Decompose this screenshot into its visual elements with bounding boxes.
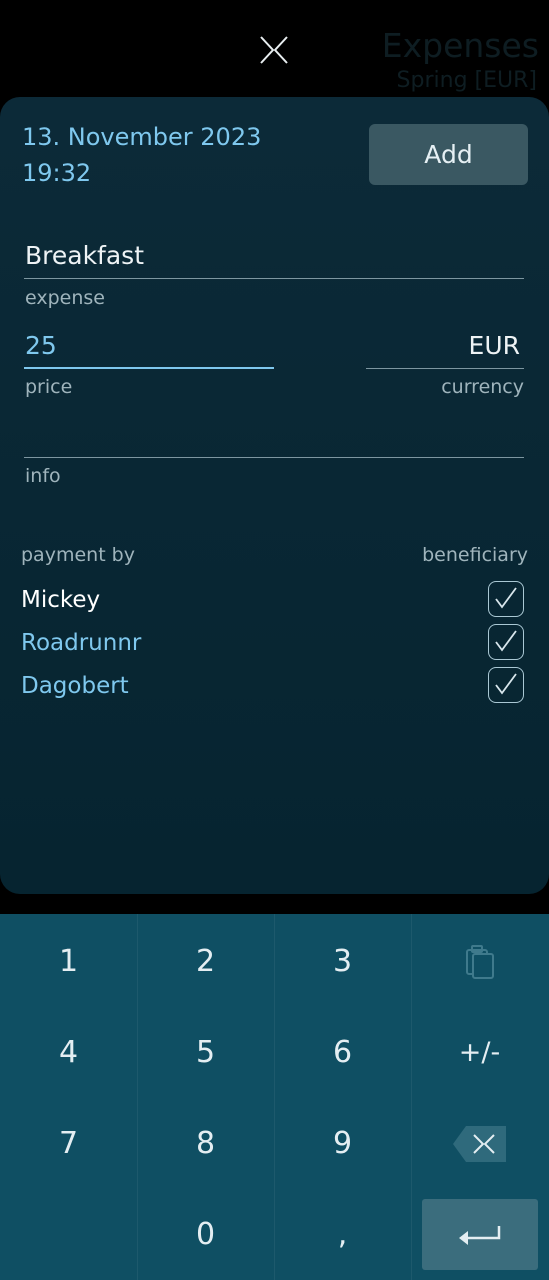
price-underline — [24, 367, 274, 369]
key-9[interactable]: 9 — [274, 1098, 411, 1189]
page-title: Expenses — [381, 26, 539, 65]
currency-input[interactable]: EUR — [469, 331, 520, 360]
price-input[interactable]: 25 — [25, 331, 57, 360]
checkmark-icon — [495, 673, 517, 695]
info-underline — [24, 457, 524, 458]
key-8[interactable]: 8 — [137, 1098, 274, 1189]
beneficiary-checkbox-dagobert[interactable] — [488, 667, 524, 703]
beneficiary-label: beneficiary — [422, 544, 528, 566]
expense-underline — [24, 278, 524, 279]
screen: Expenses Spring [EUR] 13. November 2023 … — [0, 0, 549, 1280]
expense-dialog: 13. November 2023 19:32 Add Breakfast ex… — [0, 97, 549, 894]
beneficiary-checkbox-mickey[interactable] — [488, 581, 524, 617]
key-comma[interactable]: , — [274, 1189, 411, 1280]
key-plus-minus[interactable]: +/- — [411, 1007, 548, 1098]
payer-roadrunnr[interactable]: Roadrunnr — [21, 630, 141, 656]
key-3[interactable]: 3 — [274, 916, 411, 1007]
beneficiary-checkbox-roadrunnr[interactable] — [488, 624, 524, 660]
expense-input[interactable]: Breakfast — [25, 241, 144, 270]
key-5[interactable]: 5 — [137, 1007, 274, 1098]
key-7[interactable]: 7 — [0, 1098, 137, 1189]
checkmark-icon — [495, 630, 517, 652]
expense-label: expense — [25, 287, 105, 309]
numeric-keypad: 1 2 3 4 5 6 +/- 7 8 9 0 , — [0, 914, 549, 1280]
paste-icon[interactable] — [411, 916, 548, 1007]
price-label: price — [25, 376, 73, 398]
time-picker[interactable]: 19:32 — [22, 159, 91, 187]
key-6[interactable]: 6 — [274, 1007, 411, 1098]
enter-icon[interactable] — [422, 1199, 538, 1270]
close-icon[interactable] — [258, 34, 290, 66]
payer-mickey[interactable]: Mickey — [21, 587, 100, 613]
key-1[interactable]: 1 — [0, 916, 137, 1007]
payer-dagobert[interactable]: Dagobert — [21, 673, 129, 699]
key-2[interactable]: 2 — [137, 916, 274, 1007]
backspace-icon[interactable] — [411, 1098, 548, 1189]
key-0[interactable]: 0 — [137, 1189, 274, 1280]
info-label: info — [25, 465, 61, 487]
date-picker[interactable]: 13. November 2023 — [22, 123, 261, 151]
payment-by-label: payment by — [21, 544, 135, 566]
checkmark-icon — [495, 587, 517, 609]
currency-underline — [366, 368, 524, 369]
key-4[interactable]: 4 — [0, 1007, 137, 1098]
currency-label: currency — [441, 376, 524, 398]
add-button[interactable]: Add — [369, 124, 528, 185]
page-subtitle: Spring [EUR] — [396, 68, 537, 93]
